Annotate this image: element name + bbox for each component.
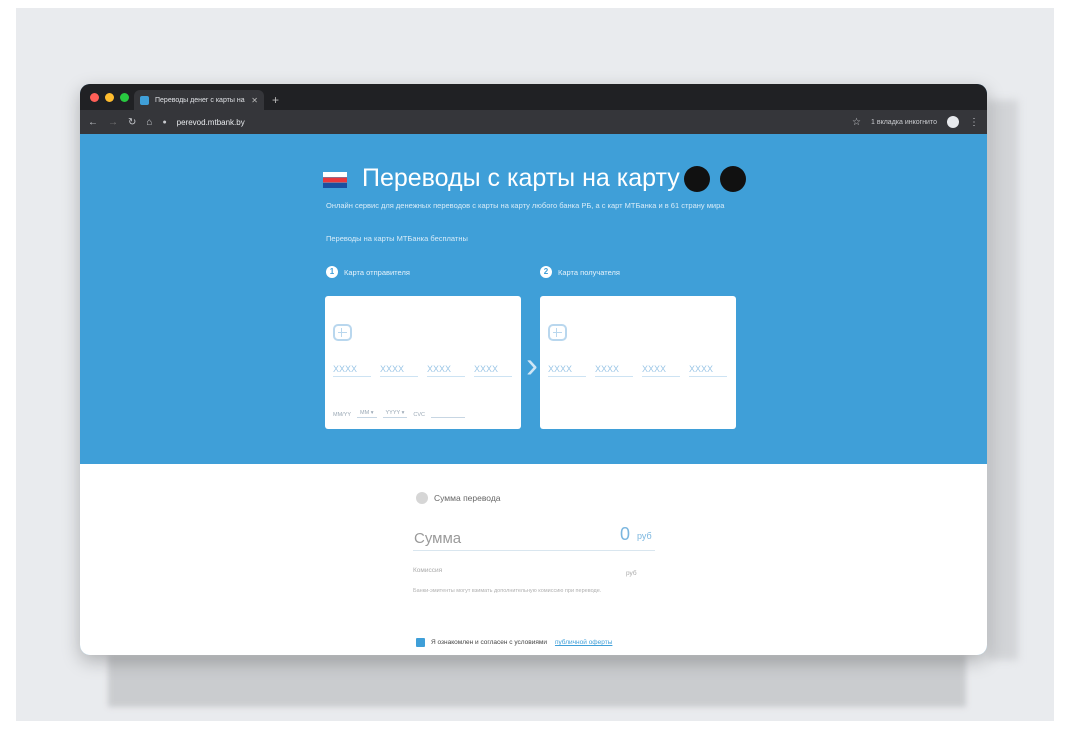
- card-number-field[interactable]: XXXX: [427, 364, 465, 377]
- amount-currency: руб: [637, 531, 652, 541]
- address-bar[interactable]: perevod.mtbank.by: [177, 118, 245, 127]
- android-icon[interactable]: [720, 166, 746, 192]
- menu-icon[interactable]: ⋮: [969, 117, 979, 128]
- cvc-label: CVC: [413, 412, 425, 418]
- card-number-field[interactable]: XXXX: [333, 364, 371, 377]
- browser-window: Переводы денег с карты на к ✕ + ← → ↻ ⌂ …: [80, 84, 987, 655]
- recipient-card: XXXX XXXX XXXX XXXX: [540, 296, 736, 429]
- amount-step: Сумма перевода: [416, 492, 501, 504]
- tab-close-icon[interactable]: ✕: [251, 96, 258, 105]
- card-number-field[interactable]: XXXX: [642, 364, 680, 377]
- amount-value: 0: [620, 524, 631, 544]
- month-select[interactable]: MM ▾: [357, 410, 377, 418]
- cvc-input[interactable]: [431, 416, 465, 418]
- window-shadow-bottom: [108, 655, 966, 707]
- close-window-button[interactable]: [90, 93, 99, 102]
- forward-icon[interactable]: →: [108, 117, 118, 128]
- chevron-right-icon: ›: [526, 344, 538, 385]
- terms-link[interactable]: публичной оферты: [555, 639, 612, 646]
- new-tab-button[interactable]: +: [272, 93, 279, 107]
- lock-icon: ●: [162, 118, 167, 126]
- browser-toolbar: ← → ↻ ⌂ ● perevod.mtbank.by ☆ 1 вкладка …: [80, 110, 987, 134]
- favicon-icon: [140, 95, 149, 105]
- transfer-form: Сумма перевода Сумма 0 руб Комиссия руб …: [80, 464, 987, 655]
- tab-title: Переводы денег с карты на к: [155, 96, 246, 104]
- recipient-label: Карта получателя: [558, 267, 620, 277]
- step-indicator: [416, 492, 428, 504]
- reload-icon[interactable]: ↻: [128, 117, 136, 128]
- maximize-window-button[interactable]: [120, 93, 129, 102]
- card-number-field[interactable]: XXXX: [474, 364, 512, 377]
- sender-step: 1 Карта отправителя: [326, 266, 410, 278]
- incognito-icon[interactable]: [947, 116, 959, 128]
- amount-underline: [413, 550, 655, 551]
- page-subtitle: Онлайн сервис для денежных переводов с к…: [326, 201, 725, 210]
- year-select[interactable]: YYYY ▾: [382, 410, 408, 418]
- card-number-field[interactable]: XXXX: [380, 364, 418, 377]
- terms-text: Я ознакомлен и согласен с условиями: [431, 639, 547, 646]
- sender-card-number: XXXX XXXX XXXX XXXX: [333, 364, 512, 377]
- mtbank-logo-icon: [323, 172, 347, 188]
- hero-section: Переводы с карты на карту Онлайн сервис …: [80, 134, 987, 464]
- free-transfer-note: Переводы на карты МТБанка бесплатны: [326, 234, 468, 243]
- terms-checkbox[interactable]: [416, 638, 425, 647]
- amount-step-label: Сумма перевода: [434, 493, 501, 503]
- amount-input[interactable]: Сумма: [414, 530, 461, 547]
- minimize-window-button[interactable]: [105, 93, 114, 102]
- window-controls: [90, 93, 129, 102]
- month-value: MM: [360, 410, 370, 416]
- recipient-step: 2 Карта получателя: [540, 266, 620, 278]
- home-icon[interactable]: ⌂: [146, 117, 152, 128]
- valid-thru-label: MM/YY: [333, 412, 352, 418]
- card-chip-icon: [548, 324, 567, 341]
- step-number: 1: [326, 266, 338, 278]
- step-number: 2: [540, 266, 552, 278]
- fee-label: Комиссия: [413, 567, 443, 574]
- fee-currency: руб: [626, 570, 637, 577]
- incognito-label: 1 вкладка инкогнито: [871, 118, 937, 126]
- bookmark-star-icon[interactable]: ☆: [852, 117, 861, 128]
- sender-card: XXXX XXXX XXXX XXXX MM/YY MM ▾ YYYY ▾ CV…: [325, 296, 521, 429]
- browser-tab[interactable]: Переводы денег с карты на к ✕: [134, 90, 264, 110]
- fee-note: Банки-эмитенты могут взимать дополнитель…: [413, 588, 602, 594]
- year-value: YYYY: [385, 410, 401, 416]
- terms-agreement: Я ознакомлен и согласен с условиями публ…: [416, 638, 612, 647]
- card-number-field[interactable]: XXXX: [689, 364, 727, 377]
- window-shadow: [988, 100, 1018, 660]
- apple-icon[interactable]: [684, 166, 710, 192]
- page-title: Переводы с карты на карту: [362, 164, 680, 192]
- card-number-field[interactable]: XXXX: [548, 364, 586, 377]
- recipient-card-number: XXXX XXXX XXXX XXXX: [548, 364, 727, 377]
- card-chip-icon: [333, 324, 352, 341]
- sender-card-expiry: MM/YY MM ▾ YYYY ▾ CVC: [333, 410, 465, 418]
- tab-bar: Переводы денег с карты на к ✕ +: [80, 84, 987, 110]
- back-icon[interactable]: ←: [88, 117, 98, 128]
- sender-label: Карта отправителя: [344, 267, 410, 277]
- card-number-field[interactable]: XXXX: [595, 364, 633, 377]
